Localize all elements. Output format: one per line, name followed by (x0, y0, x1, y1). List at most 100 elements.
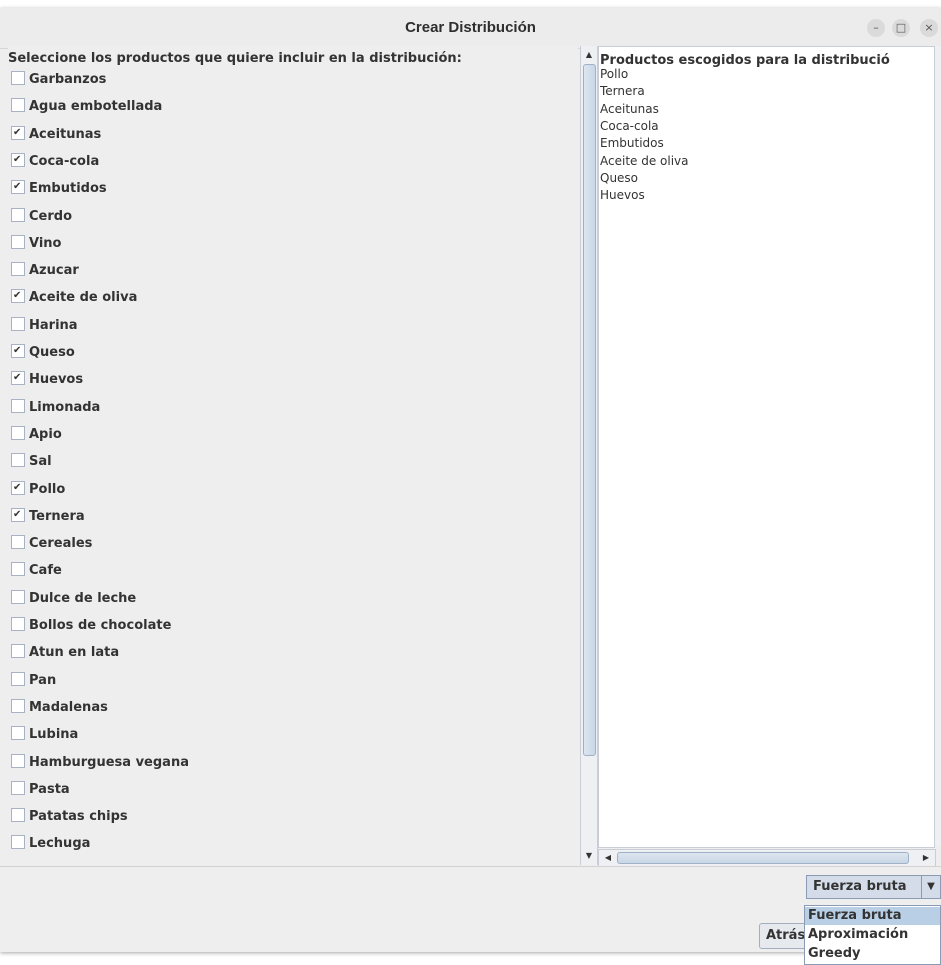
product-label: Aceitunas (29, 126, 102, 142)
chevron-down-icon[interactable]: ▼ (921, 876, 940, 898)
option-aproximacion[interactable]: Aproximación (805, 926, 940, 944)
product-checkbox-item[interactable]: Madalenas (11, 697, 108, 719)
checkbox-unchecked-icon[interactable] (11, 753, 25, 768)
checkbox-unchecked-icon[interactable] (11, 262, 25, 277)
product-label: Lechuga (29, 836, 91, 852)
algorithm-select[interactable]: Fuerza bruta ▼ (806, 875, 941, 899)
product-checkbox-item[interactable]: Bollos de chocolate (11, 615, 171, 637)
checkbox-checked-icon[interactable] (11, 340, 25, 362)
checkbox-unchecked-icon[interactable] (11, 71, 25, 85)
checkbox-checked-icon[interactable] (11, 477, 25, 499)
product-label: Aceite de oliva (29, 290, 138, 306)
checkbox-unchecked-icon[interactable] (11, 726, 25, 741)
product-checkbox-item[interactable]: Garbanzos (11, 69, 106, 91)
checkbox-unchecked-icon[interactable] (11, 808, 25, 823)
option-fuerza-bruta[interactable]: Fuerza bruta (805, 907, 940, 925)
selected-product-item[interactable]: Aceite de oliva (600, 153, 689, 170)
scrollbar-thumb[interactable] (583, 64, 596, 756)
checkbox-unchecked-icon[interactable] (11, 316, 25, 331)
product-list-scrollbar[interactable]: ▲ ▼ (580, 46, 598, 865)
checkbox-unchecked-icon[interactable] (11, 207, 25, 222)
checkbox-unchecked-icon[interactable] (11, 780, 25, 795)
product-checkbox-item[interactable]: Azucar (11, 260, 79, 282)
product-label: Coca-cola (29, 153, 100, 169)
scroll-right-icon[interactable]: ▶ (919, 850, 933, 866)
close-button[interactable]: × (920, 19, 938, 37)
selected-product-item[interactable]: Pollo (600, 66, 628, 83)
checkbox-unchecked-icon[interactable] (11, 535, 25, 550)
product-label: Embutidos (29, 181, 107, 197)
product-checkbox-item[interactable]: Apio (11, 424, 62, 446)
product-checkbox-item[interactable]: Limonada (11, 397, 100, 419)
checkbox-unchecked-icon[interactable] (11, 644, 25, 659)
checkbox-unchecked-icon[interactable] (11, 234, 25, 249)
checkbox-checked-icon[interactable] (11, 504, 25, 526)
selected-product-item[interactable]: Queso (600, 170, 638, 187)
product-checkbox-item[interactable]: Aceitunas (11, 122, 102, 146)
product-checkbox-item[interactable]: Pan (11, 670, 56, 692)
selected-product-item[interactable]: Aceitunas (600, 101, 659, 118)
product-checkbox-item[interactable]: Huevos (11, 367, 83, 391)
product-checkbox-item[interactable]: Vino (11, 233, 61, 255)
product-checkbox-item[interactable]: Cerdo (11, 206, 72, 228)
horizontal-scrollbar-thumb[interactable] (617, 852, 909, 864)
checkbox-unchecked-icon[interactable] (11, 562, 25, 577)
selected-products-list: Productos escogidos para la distribució … (598, 46, 935, 848)
product-label: Cereales (29, 536, 93, 552)
option-greedy[interactable]: Greedy (805, 945, 940, 963)
scroll-up-icon[interactable]: ▲ (581, 48, 597, 62)
checkbox-unchecked-icon[interactable] (11, 698, 25, 713)
product-checkbox-item[interactable]: Lubina (11, 724, 78, 746)
product-checkbox-item[interactable]: Dulce de leche (11, 588, 136, 610)
maximize-button[interactable]: □ (892, 19, 910, 37)
selected-product-item[interactable]: Coca-cola (600, 118, 659, 135)
product-label: Pan (29, 672, 57, 688)
product-checkbox-item[interactable]: Aceite de oliva (11, 285, 138, 309)
product-label: Cafe (29, 563, 62, 579)
product-label: Madalenas (29, 699, 108, 715)
product-label: Sal (29, 454, 52, 470)
product-checkbox-item[interactable]: Hamburguesa vegana (11, 752, 189, 774)
product-checkbox-item[interactable]: Coca-cola (11, 149, 100, 173)
product-checkbox-item[interactable]: Agua embotellada (11, 96, 162, 118)
checkbox-checked-icon[interactable] (11, 122, 25, 144)
product-checkbox-item[interactable]: Harina (11, 315, 78, 337)
checkbox-unchecked-icon[interactable] (11, 617, 25, 631)
selected-product-item[interactable]: Huevos (600, 187, 645, 204)
checkbox-unchecked-icon[interactable] (11, 671, 25, 686)
maximize-icon: □ (895, 21, 907, 34)
product-label: Harina (29, 317, 78, 333)
product-checkbox-item[interactable]: Cafe (11, 560, 62, 582)
product-checkbox-item[interactable]: Queso (11, 340, 75, 364)
checkbox-unchecked-icon[interactable] (11, 835, 25, 850)
product-checkbox-item[interactable]: Sal (11, 451, 52, 473)
product-label: Garbanzos (29, 72, 107, 87)
checkbox-unchecked-icon[interactable] (11, 98, 25, 113)
selected-list-horizontal-scrollbar[interactable]: ◀ ▶ (598, 849, 936, 867)
product-checkbox-item[interactable]: Embutidos (11, 176, 107, 200)
scroll-left-icon[interactable]: ◀ (601, 850, 615, 866)
scroll-down-icon[interactable]: ▼ (581, 849, 597, 863)
product-checkbox-item[interactable]: Atun en lata (11, 642, 119, 664)
product-checkbox-item[interactable]: Patatas chips (11, 806, 128, 828)
minimize-button[interactable]: – (867, 19, 885, 37)
product-checkbox-item[interactable]: Ternera (11, 504, 85, 528)
product-checkbox-item[interactable]: Pollo (11, 477, 65, 501)
product-label: Bollos de chocolate (29, 618, 172, 633)
checkbox-unchecked-icon[interactable] (11, 453, 25, 468)
product-label: Dulce de leche (29, 590, 137, 606)
checkbox-checked-icon[interactable] (11, 285, 25, 307)
checkbox-checked-icon[interactable] (11, 176, 25, 198)
checkbox-unchecked-icon[interactable] (11, 589, 25, 604)
product-checkbox-item[interactable]: Pasta (11, 779, 70, 801)
product-checkbox-list: Seleccione los productos que quiere incl… (8, 46, 578, 864)
product-checkbox-item[interactable]: Lechuga (11, 833, 90, 855)
selected-product-item[interactable]: Embutidos (600, 135, 664, 152)
checkbox-unchecked-icon[interactable] (11, 425, 25, 440)
checkbox-unchecked-icon[interactable] (11, 398, 25, 413)
checkbox-checked-icon[interactable] (11, 149, 25, 171)
product-checkbox-item[interactable]: Cereales (11, 533, 92, 555)
selected-product-item[interactable]: Ternera (600, 83, 645, 100)
selected-list-vertical-scrollbar[interactable] (934, 46, 941, 846)
checkbox-checked-icon[interactable] (11, 367, 25, 389)
